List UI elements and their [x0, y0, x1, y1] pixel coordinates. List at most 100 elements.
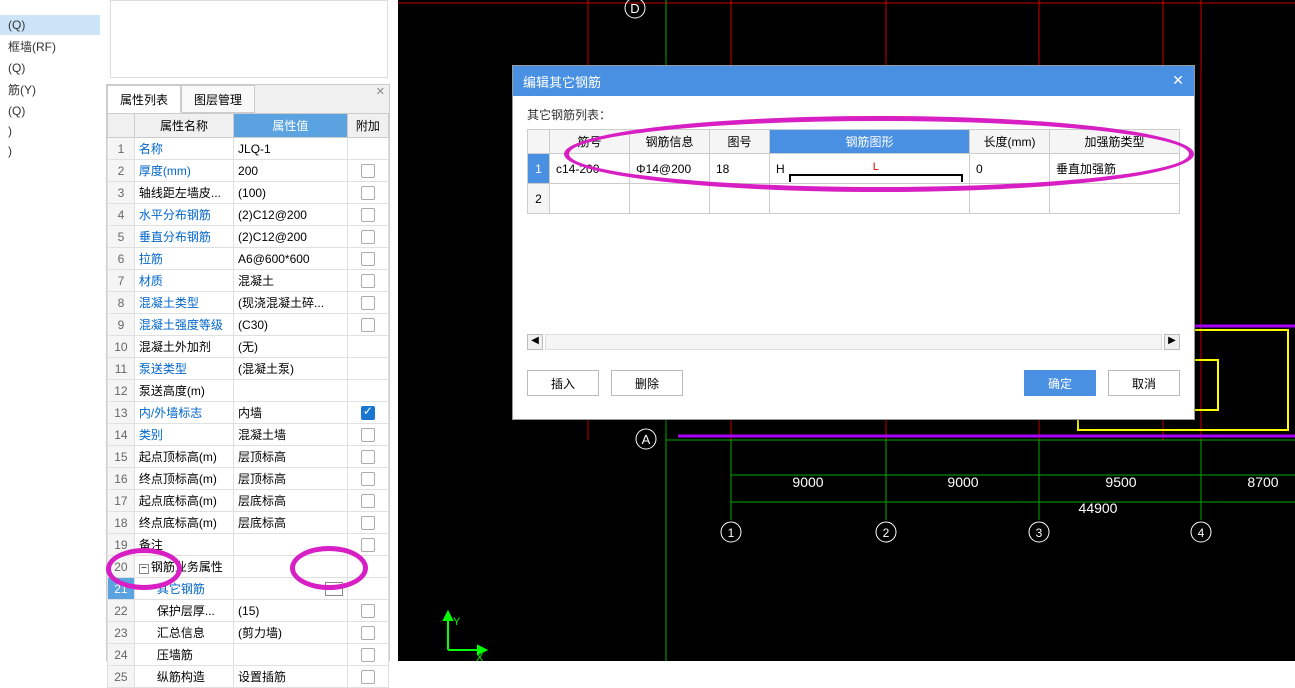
- property-value[interactable]: [234, 380, 348, 402]
- property-row[interactable]: 20−钢筋业务属性: [108, 556, 389, 578]
- cell-num[interactable]: c14-200: [550, 154, 630, 184]
- checkbox[interactable]: [361, 626, 375, 640]
- property-extra[interactable]: [347, 270, 388, 292]
- property-row[interactable]: 14类别混凝土墙: [108, 424, 389, 446]
- checkbox[interactable]: [361, 472, 375, 486]
- property-extra[interactable]: [347, 424, 388, 446]
- property-value[interactable]: (100): [234, 182, 348, 204]
- property-row[interactable]: 19备注: [108, 534, 389, 556]
- property-value[interactable]: (混凝土泵): [234, 358, 348, 380]
- cell-type[interactable]: 垂直加强筋: [1050, 154, 1180, 184]
- property-extra[interactable]: [347, 358, 388, 380]
- property-extra[interactable]: [347, 160, 388, 182]
- delete-button[interactable]: 删除: [611, 370, 683, 396]
- property-row[interactable]: 12泵送高度(m): [108, 380, 389, 402]
- property-value[interactable]: JLQ-1: [234, 138, 348, 160]
- property-value[interactable]: 层底标高: [234, 512, 348, 534]
- property-row[interactable]: 10混凝土外加剂(无): [108, 336, 389, 358]
- collapse-icon[interactable]: −: [139, 564, 149, 574]
- property-value[interactable]: 层顶标高: [234, 446, 348, 468]
- checkbox[interactable]: [361, 406, 375, 420]
- property-row[interactable]: 22保护层厚...(15): [108, 600, 389, 622]
- cell-shape-num[interactable]: 18: [710, 154, 770, 184]
- tree-item[interactable]: 筋(Y): [0, 78, 100, 101]
- property-value[interactable]: A6@600*600: [234, 248, 348, 270]
- scroll-track[interactable]: [545, 334, 1162, 350]
- property-value[interactable]: (剪力墙): [234, 622, 348, 644]
- property-row[interactable]: 13内/外墙标志内墙: [108, 402, 389, 424]
- property-row[interactable]: 24压墙筋: [108, 644, 389, 666]
- checkbox[interactable]: [361, 186, 375, 200]
- scroll-left-icon[interactable]: ◀: [527, 334, 543, 350]
- property-extra[interactable]: [347, 402, 388, 424]
- property-value[interactable]: (现浇混凝土碎...: [234, 292, 348, 314]
- property-value[interactable]: [234, 556, 348, 578]
- cancel-button[interactable]: 取消: [1108, 370, 1180, 396]
- tree-item[interactable]: ): [0, 141, 100, 161]
- property-row[interactable]: 16终点顶标高(m)层顶标高: [108, 468, 389, 490]
- property-row[interactable]: 1名称JLQ-1: [108, 138, 389, 160]
- property-value[interactable]: 层顶标高: [234, 468, 348, 490]
- cell-shape[interactable]: H L: [770, 154, 970, 184]
- property-extra[interactable]: [347, 248, 388, 270]
- property-value[interactable]: (15): [234, 600, 348, 622]
- property-row[interactable]: 18终点底标高(m)层底标高: [108, 512, 389, 534]
- property-value[interactable]: [234, 644, 348, 666]
- property-row[interactable]: 6拉筋A6@600*600: [108, 248, 389, 270]
- property-extra[interactable]: [347, 336, 388, 358]
- property-row[interactable]: 8混凝土类型(现浇混凝土碎...: [108, 292, 389, 314]
- close-icon[interactable]: ✕: [376, 85, 385, 98]
- property-value[interactable]: 混凝土墙: [234, 424, 348, 446]
- property-row[interactable]: 5垂直分布钢筋(2)C12@200: [108, 226, 389, 248]
- checkbox[interactable]: [361, 252, 375, 266]
- property-row[interactable]: 17起点底标高(m)层底标高: [108, 490, 389, 512]
- property-extra[interactable]: [347, 622, 388, 644]
- property-row[interactable]: 3轴线距左墙皮...(100): [108, 182, 389, 204]
- checkbox[interactable]: [361, 208, 375, 222]
- property-value[interactable]: ⋯: [234, 578, 348, 600]
- property-value[interactable]: (无): [234, 336, 348, 358]
- checkbox[interactable]: [361, 428, 375, 442]
- cell-info[interactable]: Φ14@200: [630, 154, 710, 184]
- property-row[interactable]: 4水平分布钢筋(2)C12@200: [108, 204, 389, 226]
- property-value[interactable]: 200: [234, 160, 348, 182]
- property-extra[interactable]: [347, 644, 388, 666]
- checkbox[interactable]: [361, 296, 375, 310]
- tab-layers[interactable]: 图层管理: [181, 85, 255, 113]
- horizontal-scrollbar[interactable]: ◀ ▶: [527, 334, 1180, 350]
- property-row[interactable]: 11泵送类型(混凝土泵): [108, 358, 389, 380]
- property-value[interactable]: 内墙: [234, 402, 348, 424]
- property-value[interactable]: 混凝土: [234, 270, 348, 292]
- property-extra[interactable]: [347, 314, 388, 336]
- tab-properties[interactable]: 属性列表: [107, 85, 181, 113]
- property-row[interactable]: 2厚度(mm)200: [108, 160, 389, 182]
- property-value[interactable]: [234, 534, 348, 556]
- col-value[interactable]: 属性值: [234, 114, 348, 138]
- property-row[interactable]: 9混凝土强度等级(C30): [108, 314, 389, 336]
- table-row[interactable]: 1 c14-200 Φ14@200 18 H L 0 垂直加强筋: [528, 154, 1180, 184]
- checkbox[interactable]: [361, 318, 375, 332]
- col-shape[interactable]: 钢筋图形: [770, 130, 970, 154]
- property-extra[interactable]: [347, 138, 388, 160]
- property-value[interactable]: (C30): [234, 314, 348, 336]
- property-extra[interactable]: [347, 292, 388, 314]
- property-extra[interactable]: [347, 182, 388, 204]
- property-row[interactable]: 21其它钢筋⋯: [108, 578, 389, 600]
- checkbox[interactable]: [361, 516, 375, 530]
- checkbox[interactable]: [361, 230, 375, 244]
- property-extra[interactable]: [347, 578, 388, 600]
- property-value[interactable]: 设置插筋: [234, 666, 348, 688]
- browse-icon[interactable]: ⋯: [325, 582, 343, 596]
- property-value[interactable]: (2)C12@200: [234, 204, 348, 226]
- property-value[interactable]: 层底标高: [234, 490, 348, 512]
- property-row[interactable]: 15起点顶标高(m)层顶标高: [108, 446, 389, 468]
- property-extra[interactable]: [347, 226, 388, 248]
- cell-length[interactable]: 0: [970, 154, 1050, 184]
- property-extra[interactable]: [347, 204, 388, 226]
- property-row[interactable]: 25纵筋构造设置插筋: [108, 666, 389, 688]
- property-value[interactable]: (2)C12@200: [234, 226, 348, 248]
- ok-button[interactable]: 确定: [1024, 370, 1096, 396]
- property-extra[interactable]: [347, 468, 388, 490]
- property-extra[interactable]: [347, 534, 388, 556]
- checkbox[interactable]: [361, 274, 375, 288]
